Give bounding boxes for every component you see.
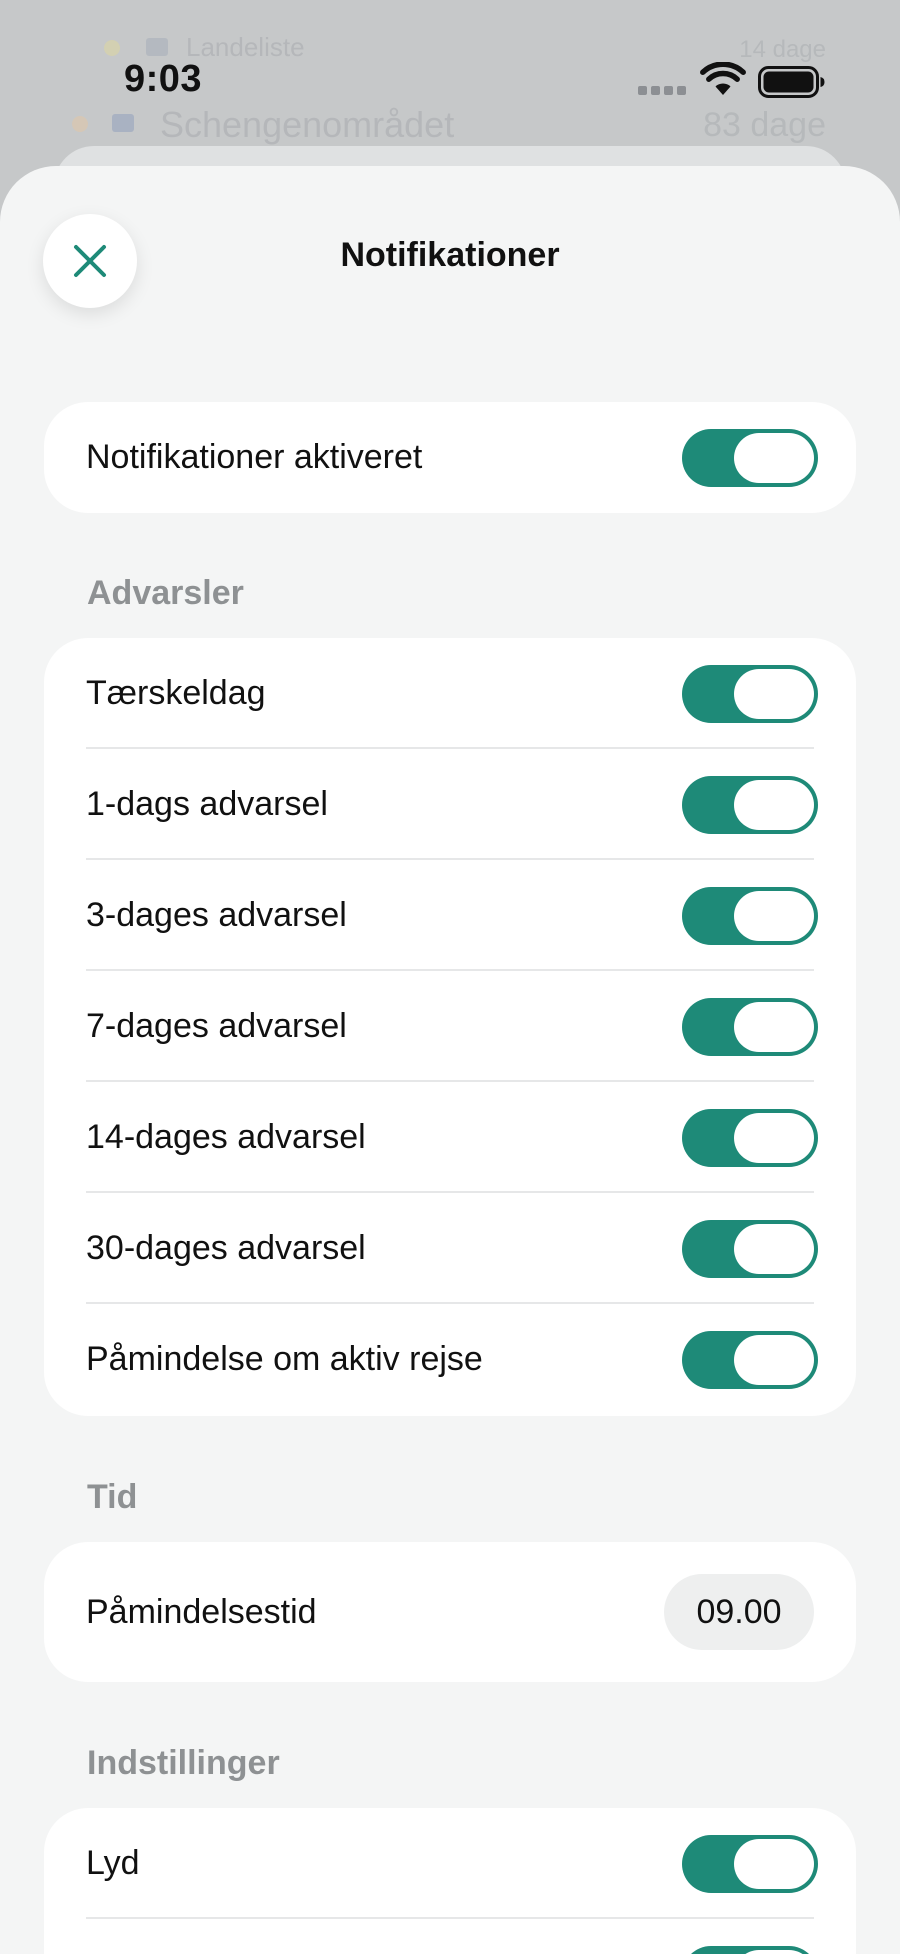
wifi-icon <box>700 61 746 101</box>
alert-label: Påmindelse om aktiv rejse <box>86 1340 483 1378</box>
alert-row-7-day: 7-dages advarsel <box>44 971 856 1082</box>
reminder-time-row: Påmindelsestid 09.00 <box>44 1542 856 1682</box>
alert-row-threshold: Tærskeldag <box>44 638 856 749</box>
section-header-alerts: Advarsler <box>87 574 244 612</box>
settings-toggle-partial[interactable] <box>682 1946 818 1954</box>
toggle-knob <box>734 1113 814 1163</box>
background-row-value: 14 dage <box>739 36 826 63</box>
background-row-value: 83 dage <box>703 106 826 144</box>
notifications-enabled-label: Notifikationer aktiveret <box>86 438 423 476</box>
alert-label: 30-dages advarsel <box>86 1229 366 1267</box>
battery-icon <box>758 66 826 103</box>
toggle-knob <box>734 1002 814 1052</box>
alert-toggle-1-day[interactable] <box>682 776 818 834</box>
time-card: Påmindelsestid 09.00 <box>44 1542 856 1682</box>
master-toggle-card: Notifikationer aktiveret <box>44 402 856 513</box>
reminder-time-label: Påmindelsestid <box>86 1593 317 1631</box>
toggle-knob <box>734 891 814 941</box>
alert-label: 14-dages advarsel <box>86 1118 366 1156</box>
alert-label: Tærskeldag <box>86 674 266 712</box>
alert-label: 3-dages advarsel <box>86 896 347 934</box>
background-row-label: Schengenområdet <box>160 104 455 145</box>
status-dot-icon <box>72 116 88 132</box>
background-row-label: Landeliste <box>186 32 305 62</box>
alert-toggle-active-trip[interactable] <box>682 1331 818 1389</box>
notifications-enabled-row: Notifikationer aktiveret <box>44 402 856 513</box>
toggle-knob <box>734 1839 814 1889</box>
background-list-row: Schengenområdet 83 dage <box>0 100 900 150</box>
alert-toggle-threshold[interactable] <box>682 665 818 723</box>
flag-icon <box>112 114 134 132</box>
flag-icon <box>146 38 168 56</box>
sheet-title: Notifikationer <box>340 236 560 274</box>
alert-toggle-14-day[interactable] <box>682 1109 818 1167</box>
toggle-knob <box>734 433 814 483</box>
toggle-knob <box>734 1335 814 1385</box>
notifications-enabled-toggle[interactable] <box>682 429 818 487</box>
toggle-knob <box>734 1950 814 1954</box>
sound-row: Lyd <box>44 1808 856 1919</box>
section-header-settings: Indstillinger <box>87 1744 280 1782</box>
settings-card: Lyd <box>44 1808 856 1954</box>
sound-toggle[interactable] <box>682 1835 818 1893</box>
alert-label: 1-dags advarsel <box>86 785 328 823</box>
alert-toggle-30-day[interactable] <box>682 1220 818 1278</box>
toggle-knob <box>734 780 814 830</box>
section-header-time: Tid <box>87 1478 138 1516</box>
alert-row-14-day: 14-dages advarsel <box>44 1082 856 1193</box>
alert-row-active-trip: Påmindelse om aktiv rejse <box>44 1304 856 1415</box>
toggle-knob <box>734 669 814 719</box>
toggle-knob <box>734 1224 814 1274</box>
status-time: 9:03 <box>124 58 203 100</box>
alert-toggle-7-day[interactable] <box>682 998 818 1056</box>
settings-row-partial <box>44 1919 856 1954</box>
cellular-signal-icon <box>638 86 688 96</box>
alert-label: 7-dages advarsel <box>86 1007 347 1045</box>
notifications-sheet: Notifikationer Notifikationer aktiveret … <box>0 166 900 1954</box>
reminder-time-picker[interactable]: 09.00 <box>664 1574 814 1650</box>
alerts-card: Tærskeldag 1-dags advarsel 3-dages advar… <box>44 638 856 1416</box>
alert-row-30-day: 30-dages advarsel <box>44 1193 856 1304</box>
sound-label: Lyd <box>86 1844 140 1882</box>
alert-row-1-day: 1-dags advarsel <box>44 749 856 860</box>
alert-toggle-3-day[interactable] <box>682 887 818 945</box>
status-dot-icon <box>104 40 120 56</box>
alert-row-3-day: 3-dages advarsel <box>44 860 856 971</box>
